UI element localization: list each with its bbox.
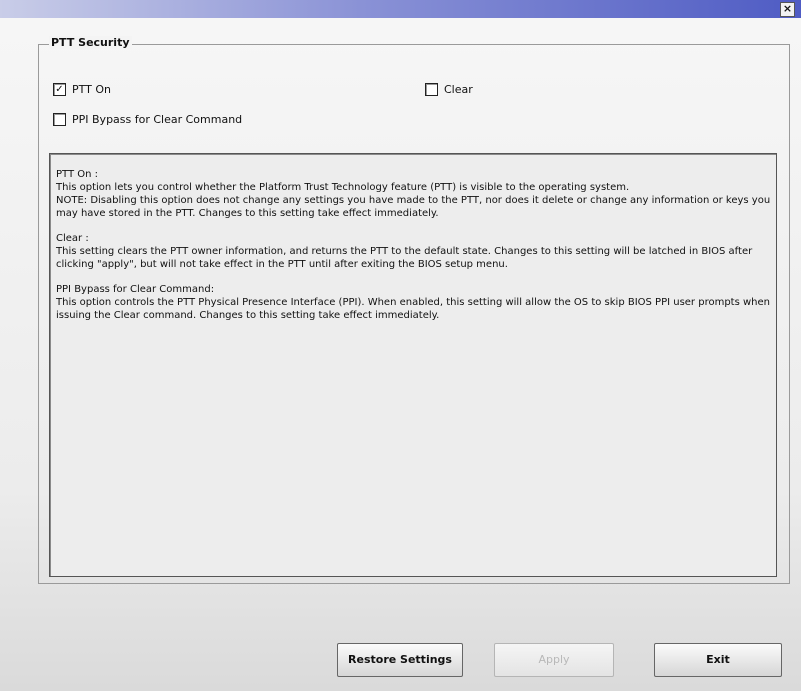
help-clear: Clear : This setting clears the PTT owne… bbox=[56, 232, 772, 271]
ppi-bypass-checkbox[interactable]: PPI Bypass for Clear Command bbox=[53, 113, 242, 126]
exit-button[interactable]: Exit bbox=[654, 643, 782, 677]
ptt-on-checkbox[interactable]: ✓ PTT On bbox=[53, 83, 111, 96]
ptt-security-group: PTT Security ✓ PTT On Clear PPI Bypass f… bbox=[38, 36, 790, 584]
clear-checkbox[interactable]: Clear bbox=[425, 83, 473, 96]
restore-settings-button[interactable]: Restore Settings bbox=[337, 643, 463, 677]
help-ppi-bypass: PPI Bypass for Clear Command: This optio… bbox=[56, 283, 772, 322]
close-button[interactable]: × bbox=[780, 2, 795, 17]
bios-settings-window: PTT Security ✓ PTT On Clear PPI Bypass f… bbox=[0, 18, 801, 691]
help-body: This setting clears the PTT owner inform… bbox=[56, 246, 753, 270]
group-title: PTT Security bbox=[49, 36, 132, 49]
help-heading: PTT On : bbox=[56, 169, 99, 180]
ptt-on-label: PTT On bbox=[72, 83, 112, 96]
apply-button[interactable]: Apply bbox=[494, 643, 614, 677]
help-body: This option lets you control whether the… bbox=[56, 182, 771, 219]
help-heading: PPI Bypass for Clear Command: bbox=[56, 284, 215, 295]
checkbox-box[interactable] bbox=[53, 113, 66, 126]
help-ptt-on: PTT On : This option lets you control wh… bbox=[56, 168, 772, 220]
checkbox-box[interactable] bbox=[425, 83, 438, 96]
ppi-bypass-label: PPI Bypass for Clear Command bbox=[72, 113, 243, 126]
title-bar: × bbox=[0, 0, 801, 18]
help-heading: Clear : bbox=[56, 233, 89, 244]
help-text-panel: PTT On : This option lets you control wh… bbox=[49, 153, 777, 577]
checkbox-box[interactable]: ✓ bbox=[53, 83, 66, 96]
clear-label: Clear bbox=[444, 83, 473, 96]
help-body: This option controls the PTT Physical Pr… bbox=[56, 297, 770, 321]
